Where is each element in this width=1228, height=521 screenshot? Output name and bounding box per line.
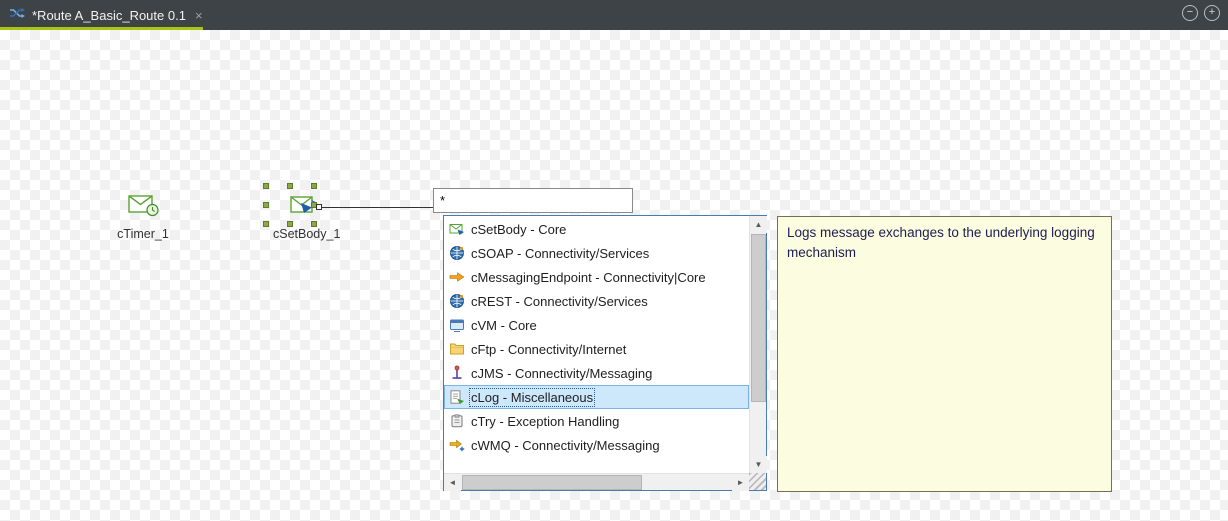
route-editor-window: *Route A_Basic_Route 0.1 × − + cTimer_1 (0, 0, 1228, 521)
palette-item[interactable]: cVM - Core (444, 313, 749, 337)
palette-item[interactable]: cTry - Exception Handling (444, 409, 749, 433)
globe-icon (449, 293, 465, 309)
route-icon (9, 5, 25, 26)
selection-handle[interactable] (263, 202, 269, 208)
selection-handle[interactable] (311, 183, 317, 189)
resize-grip[interactable] (749, 473, 766, 490)
editor-tab-bar: *Route A_Basic_Route 0.1 × − + (0, 0, 1228, 30)
component-label: cTimer_1 (111, 227, 175, 241)
vertical-scrollbar[interactable]: ▲ ▼ (749, 216, 766, 473)
scroll-up-icon[interactable]: ▲ (750, 216, 767, 233)
palette-item[interactable]: cMessagingEndpoint - Connectivity|Core (444, 265, 749, 289)
palette-item[interactable]: cJMS - Connectivity/Messaging (444, 361, 749, 385)
selection-handle[interactable] (287, 221, 293, 227)
palette-item[interactable]: cWMQ - Connectivity/Messaging (444, 433, 749, 457)
design-canvas[interactable]: cTimer_1 cSetBody_1 (0, 30, 1228, 521)
selection-handle[interactable] (263, 183, 269, 189)
envelope-edit-icon (449, 221, 465, 237)
connection-line (322, 207, 433, 208)
minimize-view-icon[interactable]: − (1182, 5, 1198, 21)
ctimer-icon (127, 192, 159, 223)
selection-handle[interactable] (287, 183, 293, 189)
horizontal-scroll-thumb[interactable] (462, 475, 642, 490)
tab-title: *Route A_Basic_Route 0.1 (32, 8, 186, 23)
jms-icon (449, 365, 465, 381)
palette-item[interactable]: cSOAP - Connectivity/Services (444, 241, 749, 265)
component-palette-popup: cSetBody - Core cSOAP - Connectivity/Ser… (443, 215, 767, 491)
endpoint-arrows-icon (449, 269, 465, 285)
palette-item[interactable]: cFtp - Connectivity/Internet (444, 337, 749, 361)
selection-handle[interactable] (263, 221, 269, 227)
palette-item[interactable]: cREST - Connectivity/Services (444, 289, 749, 313)
component-ctimer[interactable]: cTimer_1 (111, 192, 175, 241)
palette-item[interactable]: cSetBody - Core (444, 217, 749, 241)
view-controls: − + (1182, 5, 1220, 21)
log-icon (449, 389, 465, 405)
component-description-tooltip: Logs message exchanges to the underlying… (777, 216, 1112, 492)
palette-list: cSetBody - Core cSOAP - Connectivity/Ser… (444, 217, 749, 473)
selection-handle[interactable] (311, 221, 317, 227)
wmq-icon (449, 437, 465, 453)
component-filter-input[interactable] (433, 188, 633, 213)
maximize-view-icon[interactable]: + (1204, 5, 1220, 21)
scroll-down-icon[interactable]: ▼ (750, 456, 767, 473)
scroll-left-icon[interactable]: ◄ (444, 474, 461, 491)
tab-close-icon[interactable]: × (195, 8, 203, 23)
horizontal-scrollbar[interactable]: ◄ ► (444, 473, 749, 490)
vm-icon (449, 317, 465, 333)
palette-item[interactable]: cLog - Miscellaneous (444, 385, 749, 409)
tab-route-a-basic-route[interactable]: *Route A_Basic_Route 0.1 × (0, 0, 203, 30)
vertical-scroll-thumb[interactable] (751, 234, 766, 402)
globe-icon (449, 245, 465, 261)
try-icon (449, 413, 465, 429)
scroll-right-icon[interactable]: ► (732, 474, 749, 491)
selection-handles (266, 186, 314, 224)
folder-icon (449, 341, 465, 357)
component-label: cSetBody_1 (273, 227, 337, 241)
